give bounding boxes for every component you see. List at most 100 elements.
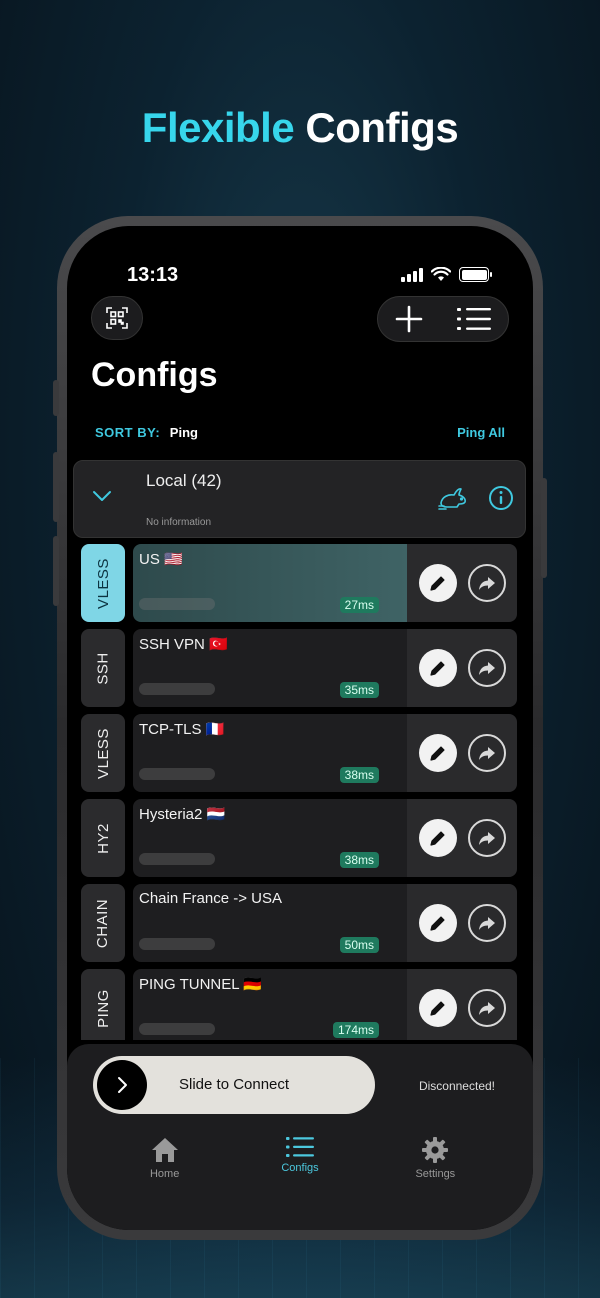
share-arrow-icon xyxy=(478,1002,495,1015)
status-icons xyxy=(401,267,492,282)
edit-button[interactable] xyxy=(418,734,457,772)
ping-badge: 27ms xyxy=(339,597,379,613)
config-row[interactable]: SSH SSH VPN 🇹🇷 35ms xyxy=(81,629,517,709)
list-icon xyxy=(285,1137,314,1157)
tab-settings[interactable]: Settings xyxy=(390,1136,480,1180)
wifi-icon xyxy=(431,267,451,281)
tab-bar: Home Configs Settings xyxy=(67,1136,533,1180)
share-arrow-icon xyxy=(478,577,495,590)
ping-all-button[interactable]: Ping All xyxy=(457,425,505,440)
config-actions xyxy=(407,544,517,622)
headline-accent: Flexible xyxy=(141,104,295,151)
config-name: Chain France -> USA xyxy=(139,890,282,907)
masked-address xyxy=(139,938,215,950)
volume-down-button xyxy=(53,536,59,606)
config-row[interactable]: CHAIN Chain France -> USA 50ms xyxy=(81,884,517,964)
slider-label: Slide to Connect xyxy=(179,1076,290,1093)
ping-badge: 50ms xyxy=(339,937,379,953)
add-button[interactable] xyxy=(395,305,423,333)
protocol-tag: SSH xyxy=(81,629,125,707)
config-body[interactable]: US 🇺🇸 27ms xyxy=(133,544,407,622)
masked-address xyxy=(139,853,215,865)
pencil-icon xyxy=(429,746,445,761)
protocol-tag: VLESS xyxy=(81,544,125,622)
status-bar: 13:13 xyxy=(67,264,533,288)
config-row[interactable]: HY2 Hysteria2 🇳🇱 38ms xyxy=(81,799,517,879)
share-button[interactable] xyxy=(467,564,506,602)
config-body[interactable]: SSH VPN 🇹🇷 35ms xyxy=(133,629,407,707)
tab-configs[interactable]: Configs xyxy=(255,1136,345,1180)
signal-icon xyxy=(401,267,423,282)
connect-panel: Slide to Connect Disconnected! Home Conf… xyxy=(67,1044,533,1230)
masked-address xyxy=(139,598,215,610)
list-menu-button[interactable] xyxy=(457,306,491,332)
slide-to-connect-slider[interactable]: Slide to Connect xyxy=(93,1056,375,1114)
tab-label: Configs xyxy=(281,1162,319,1174)
group-title: Local (42) xyxy=(146,471,222,490)
config-body[interactable]: Chain France -> USA 50ms xyxy=(133,884,407,962)
config-actions xyxy=(407,629,517,707)
sort-row: SORT BY: Ping Ping All xyxy=(95,425,505,443)
edit-button[interactable] xyxy=(418,564,457,602)
edit-button[interactable] xyxy=(418,649,457,687)
info-icon[interactable] xyxy=(488,485,514,511)
ping-badge: 35ms xyxy=(339,682,379,698)
protocol-tag: HY2 xyxy=(81,799,125,877)
rabbit-speed-icon[interactable] xyxy=(438,485,468,511)
share-button[interactable] xyxy=(467,649,506,687)
tab-label: Settings xyxy=(415,1168,456,1180)
config-row[interactable]: PING PING TUNNEL 🇩🇪 174ms xyxy=(81,969,517,1040)
share-button[interactable] xyxy=(467,819,506,857)
config-name: US 🇺🇸 xyxy=(139,551,183,568)
top-action-group xyxy=(377,296,509,342)
phone-frame: 13:13 Configs SORT BY: Ping Ping All Loc… xyxy=(53,216,547,1240)
slider-knob[interactable] xyxy=(97,1060,147,1110)
config-row[interactable]: VLESS US 🇺🇸 27ms xyxy=(81,544,517,624)
group-card[interactable]: Local (42) No information xyxy=(73,460,526,538)
config-row[interactable]: VLESS TCP-TLS 🇫🇷 38ms xyxy=(81,714,517,794)
connection-status: Disconnected! xyxy=(418,1079,495,1093)
config-body[interactable]: PING TUNNEL 🇩🇪 174ms xyxy=(133,969,407,1040)
status-time: 13:13 xyxy=(127,264,179,286)
home-icon xyxy=(151,1138,178,1162)
config-actions xyxy=(407,799,517,877)
share-arrow-icon xyxy=(478,662,495,675)
ping-badge: 38ms xyxy=(339,767,379,783)
qr-scan-button[interactable] xyxy=(91,296,143,340)
share-arrow-icon xyxy=(478,917,495,930)
share-arrow-icon xyxy=(478,832,495,845)
config-actions xyxy=(407,714,517,792)
power-button xyxy=(541,478,547,578)
share-arrow-icon xyxy=(478,747,495,760)
config-actions xyxy=(407,969,517,1040)
tab-label: Home xyxy=(149,1168,180,1180)
masked-address xyxy=(139,768,215,780)
pencil-icon xyxy=(429,1001,445,1016)
sort-value[interactable]: Ping xyxy=(170,425,198,440)
share-button[interactable] xyxy=(467,734,506,772)
config-body[interactable]: TCP-TLS 🇫🇷 38ms xyxy=(133,714,407,792)
share-button[interactable] xyxy=(467,904,506,942)
chevron-right-icon xyxy=(118,1077,127,1093)
masked-address xyxy=(139,683,215,695)
edit-button[interactable] xyxy=(418,819,457,857)
ping-badge: 38ms xyxy=(339,852,379,868)
protocol-tag: CHAIN xyxy=(81,884,125,962)
config-name: PING TUNNEL 🇩🇪 xyxy=(139,976,262,993)
edit-button[interactable] xyxy=(418,989,457,1027)
headline-rest: Configs xyxy=(305,104,459,151)
share-button[interactable] xyxy=(467,989,506,1027)
headline: Flexible Configs xyxy=(0,104,600,152)
config-name: Hysteria2 🇳🇱 xyxy=(139,806,226,823)
pencil-icon xyxy=(429,576,445,591)
edit-button[interactable] xyxy=(418,904,457,942)
config-body[interactable]: Hysteria2 🇳🇱 38ms xyxy=(133,799,407,877)
tab-home[interactable]: Home xyxy=(120,1136,210,1180)
pencil-icon xyxy=(429,916,445,931)
volume-up-button xyxy=(53,452,59,522)
group-subtitle: No information xyxy=(146,517,212,528)
pencil-icon xyxy=(429,661,445,676)
chevron-down-icon[interactable] xyxy=(92,489,112,503)
config-actions xyxy=(407,884,517,962)
config-list[interactable]: VLESS US 🇺🇸 27ms SSH SSH VPN 🇹🇷 35ms VLE… xyxy=(81,544,517,1040)
